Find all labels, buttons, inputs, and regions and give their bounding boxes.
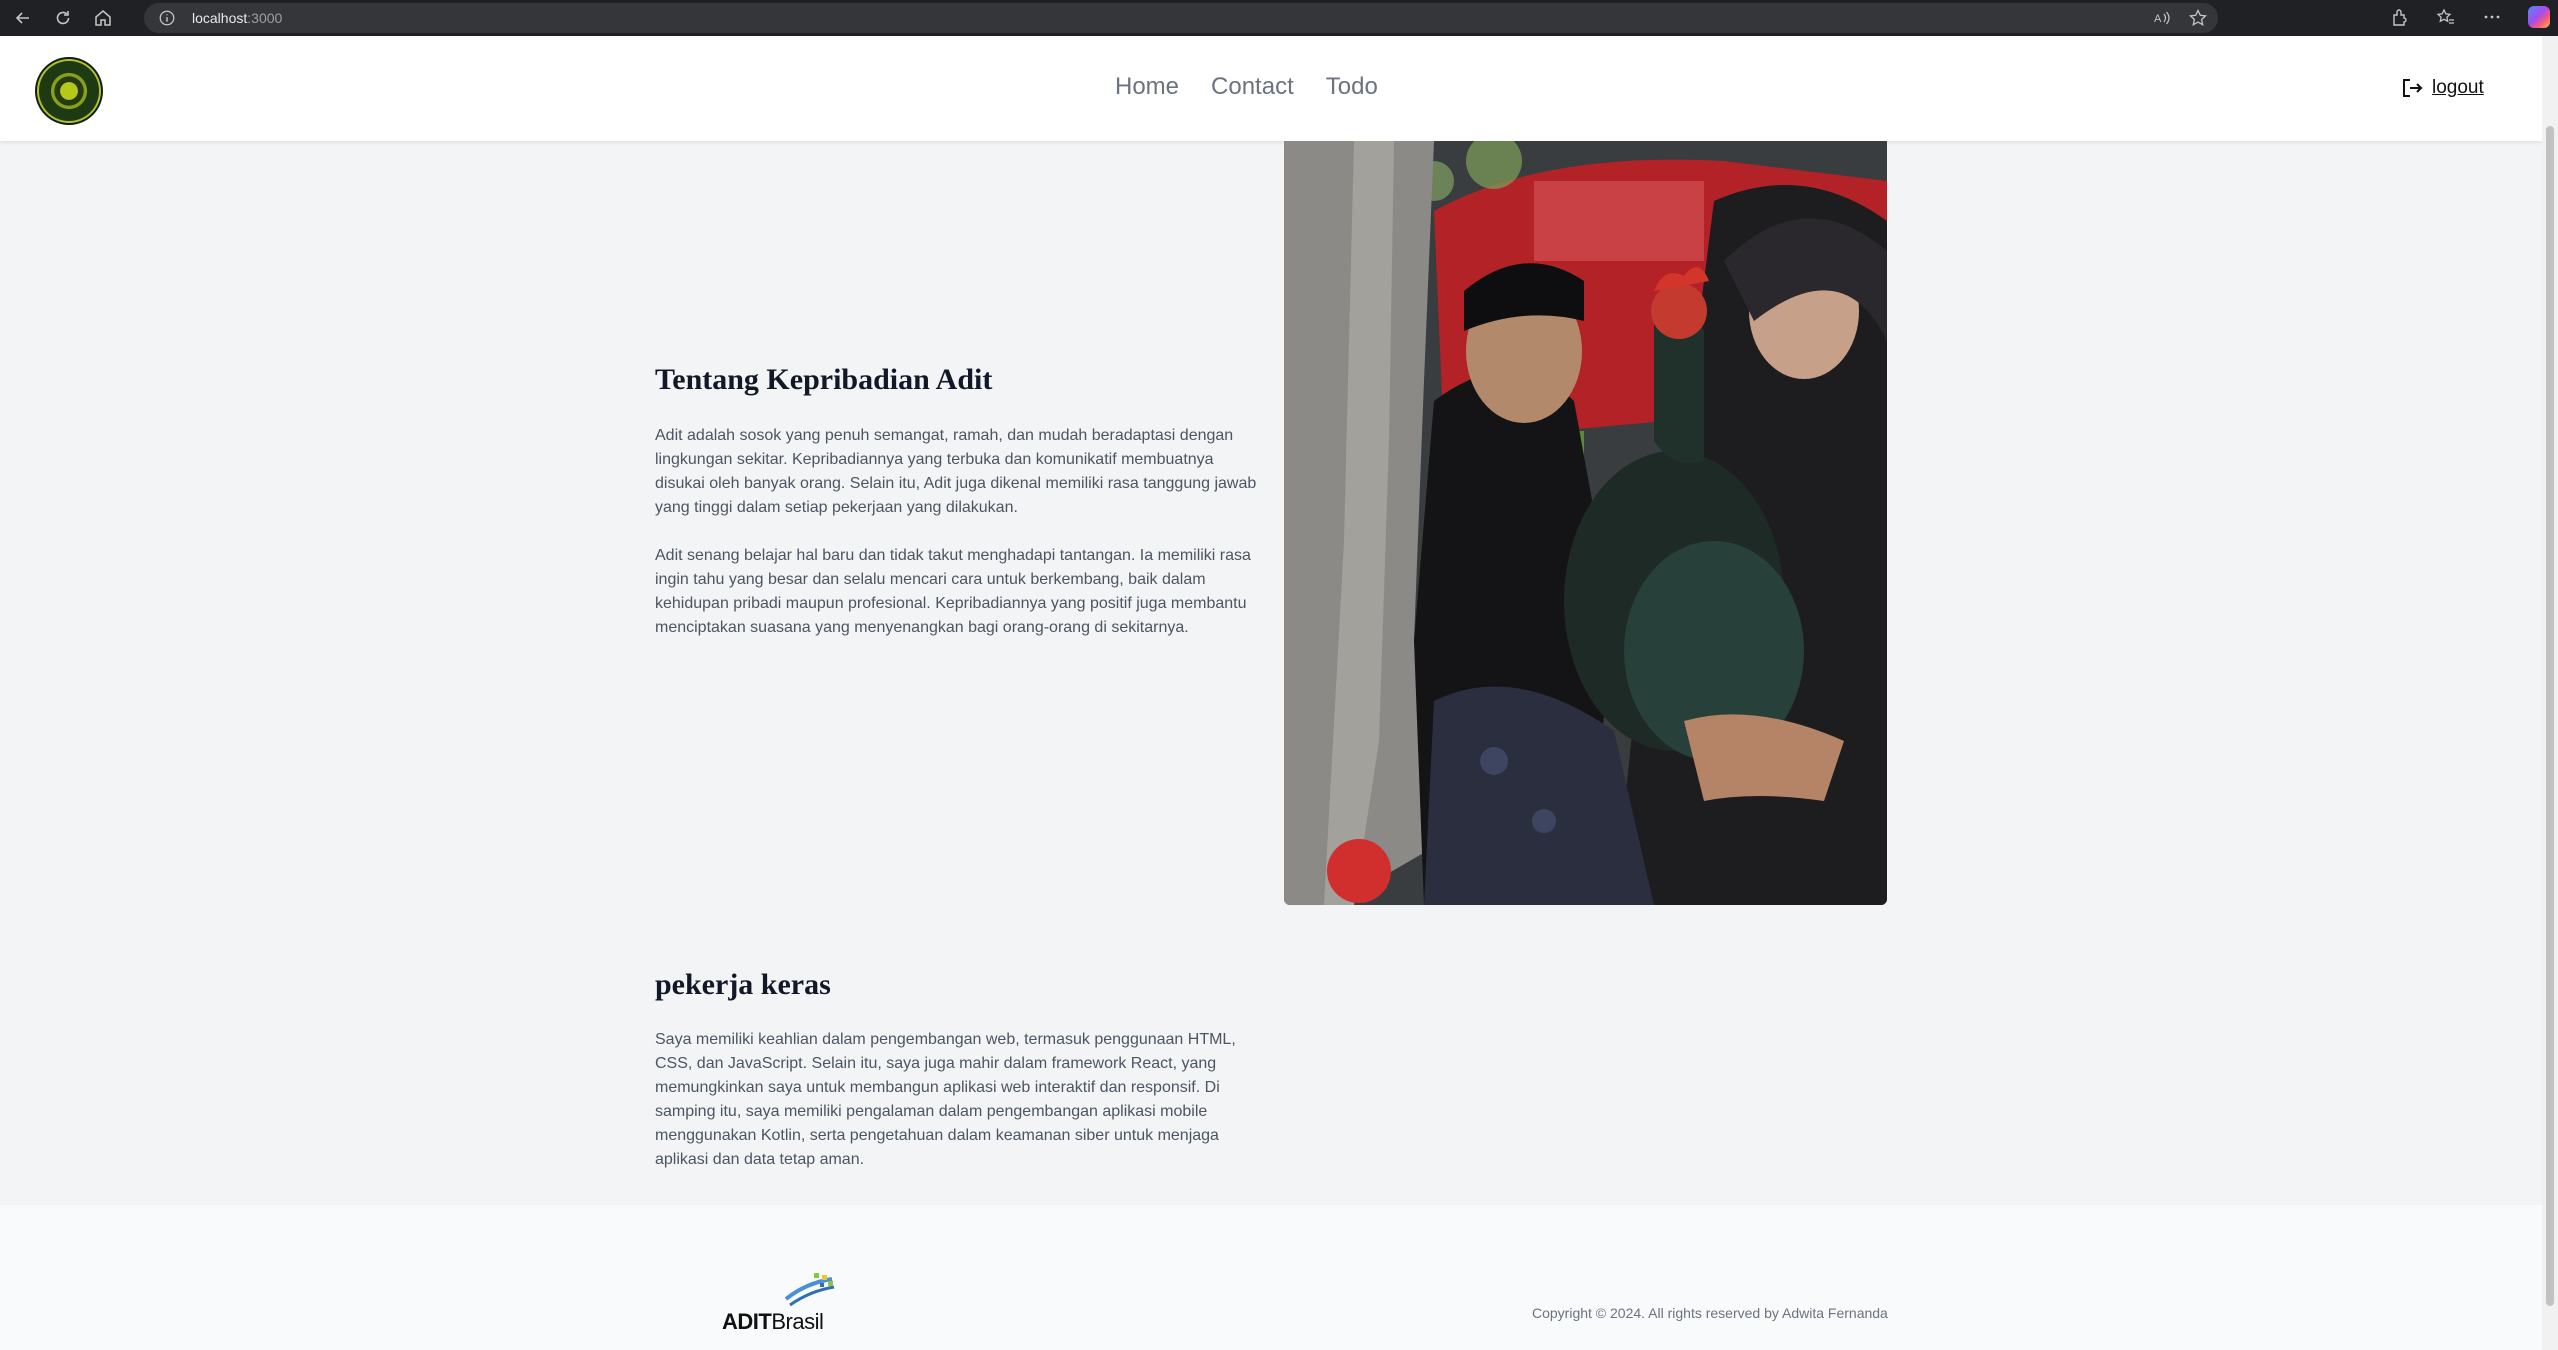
copilot-icon[interactable]	[2528, 6, 2550, 28]
home-button[interactable]	[86, 1, 120, 35]
logout-label: logout	[2432, 77, 2484, 98]
about-paragraph: Adit adalah sosok yang penuh semangat, r…	[655, 427, 1257, 516]
brand-name-rest: Brasil	[771, 1309, 824, 1334]
reload-icon	[56, 11, 70, 25]
extensions-icon[interactable]	[2390, 7, 2410, 27]
back-icon	[15, 12, 29, 24]
read-aloud-icon[interactable]: A	[2152, 8, 2172, 28]
url-port: :3000	[247, 10, 283, 26]
logout-icon	[2403, 79, 2423, 97]
site-logo[interactable]	[35, 57, 103, 125]
logout-button[interactable]: logout	[2400, 76, 2484, 100]
svg-text:A: A	[2154, 13, 2162, 25]
profile-photo	[1284, 141, 1887, 905]
main-nav: Home Contact Todo	[1115, 73, 1378, 101]
work-paragraph: Saya memiliki keahlian dalam pengembanga…	[655, 1031, 1236, 1168]
url-host: localhost	[192, 10, 248, 26]
work-title: pekerja keras	[655, 968, 831, 1001]
brand-name-bold: ADIT	[722, 1309, 772, 1334]
page-scrollbar[interactable]	[2542, 36, 2558, 1350]
favorites-icon[interactable]	[2436, 7, 2456, 27]
copyright-text: Copyright © 2024. All rights reserved by…	[1532, 1305, 1888, 1321]
footer-logo[interactable]: ADITBrasil	[722, 1273, 835, 1335]
home-icon	[95, 10, 111, 26]
site-footer: ADITBrasil Copyright © 2024. All rights …	[0, 1205, 2542, 1350]
brand-mark-icon	[784, 1273, 835, 1307]
reload-button[interactable]	[46, 1, 80, 35]
scrollbar-thumb[interactable]	[2546, 126, 2554, 1306]
about-paragraph: Adit senang belajar hal baru dan tidak t…	[655, 547, 1251, 636]
favorite-star-icon[interactable]	[2188, 8, 2208, 28]
brand-name: ADITBrasil	[722, 1309, 824, 1335]
nav-todo[interactable]: Todo	[1326, 73, 1378, 101]
site-header: Home Contact Todo logout	[0, 36, 2542, 141]
back-button[interactable]	[6, 1, 40, 35]
nav-home[interactable]: Home	[1115, 73, 1179, 101]
nav-contact[interactable]: Contact	[1211, 73, 1294, 101]
info-icon[interactable]	[158, 9, 176, 27]
url-text[interactable]: localhost:3000	[192, 10, 282, 26]
about-title: Tentang Kepribadian Adit	[655, 363, 993, 396]
address-bar[interactable]: localhost:3000 A	[144, 3, 2218, 33]
more-icon[interactable]	[2482, 7, 2502, 27]
browser-toolbar: localhost:3000 A	[0, 0, 2558, 36]
